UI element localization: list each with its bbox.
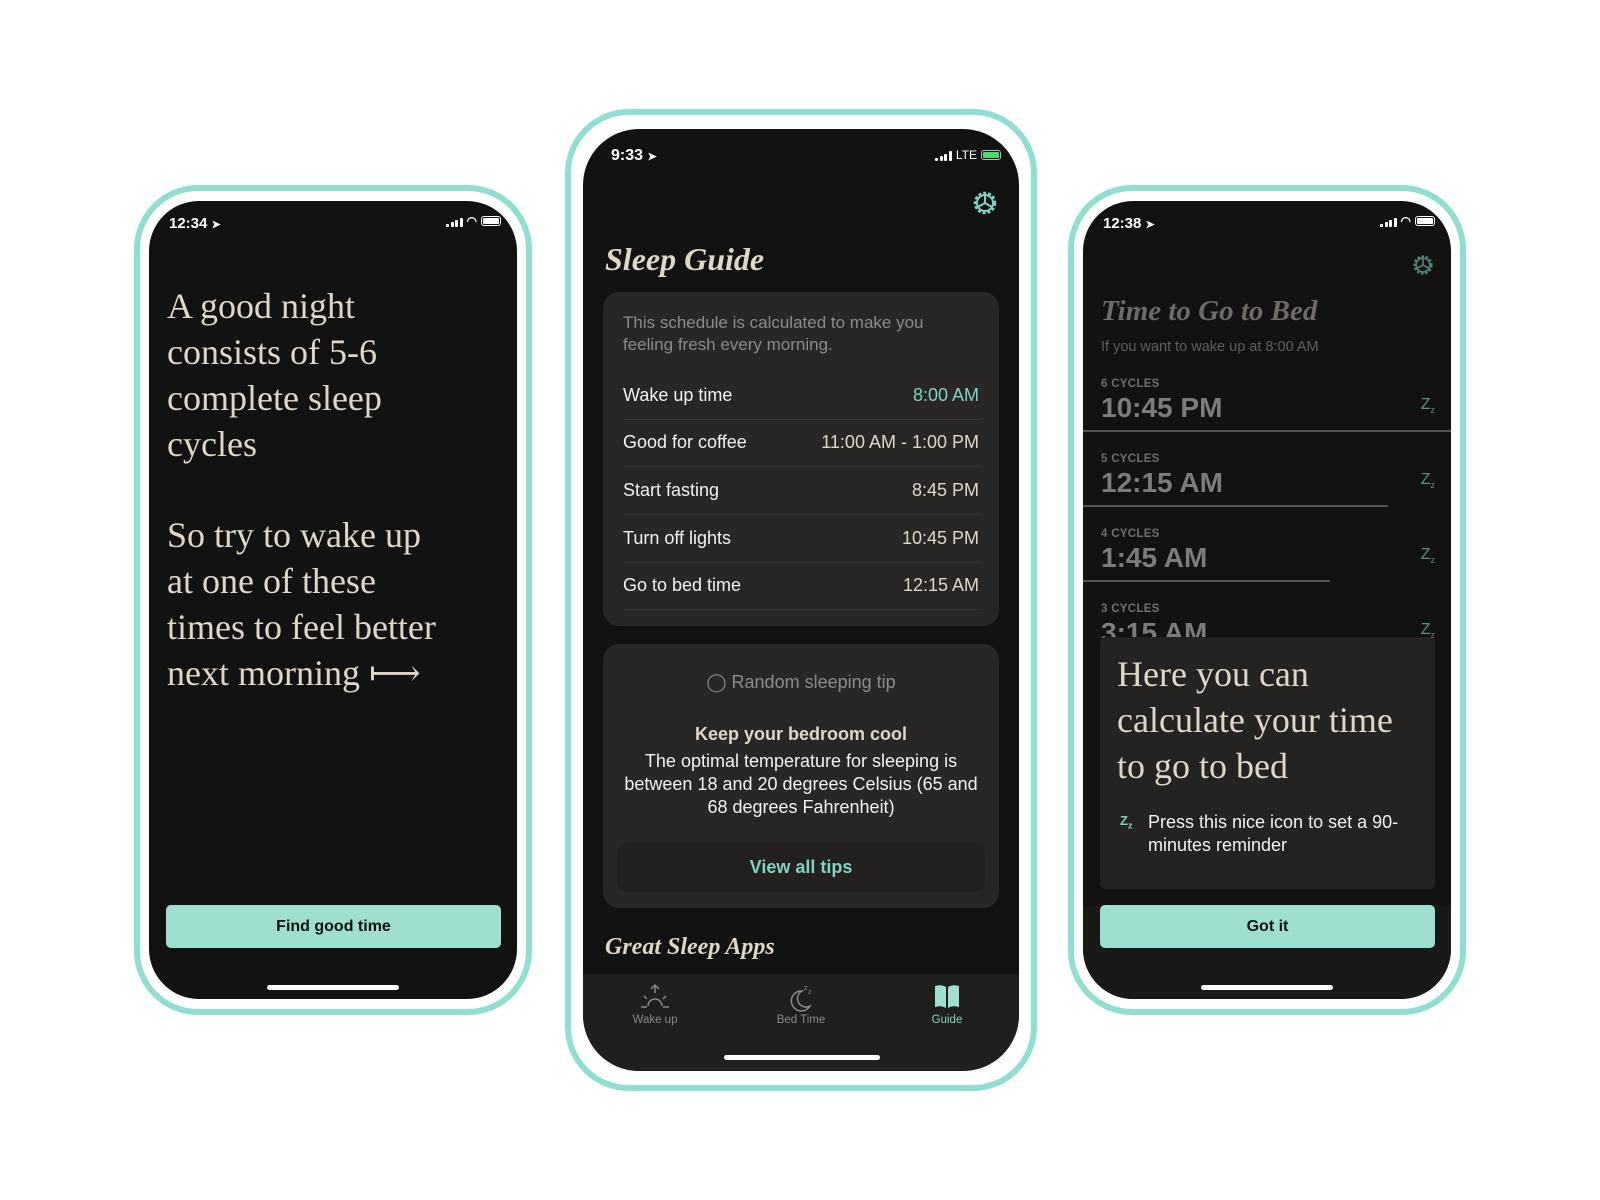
zzz-icon: Zz <box>1120 813 1133 831</box>
sunrise-icon <box>641 983 669 1008</box>
row-value: 8:00 AM <box>912 385 979 405</box>
signal-icon <box>1380 216 1397 227</box>
find-good-time-button[interactable]: Find good time <box>166 905 501 948</box>
cycle-bar <box>1083 580 1330 582</box>
onboarding-tooltip: Here you can calculate your time to go t… <box>1100 637 1435 889</box>
followup-text: So try to wake up at one of these times … <box>167 512 436 696</box>
status-time: 12:38 ➤ <box>1103 215 1155 232</box>
view-all-tips-button[interactable]: View all tips <box>617 842 985 892</box>
got-it-button[interactable]: Got it <box>1100 905 1435 948</box>
gear-icon[interactable] <box>1411 253 1435 282</box>
signal-icon <box>935 150 952 161</box>
tip-title: Keep your bedroom cool <box>694 724 908 744</box>
cycle-item[interactable]: 5 CYCLES 12:15 AM Zz <box>1101 453 1451 499</box>
schedule-row: Go to bed time 12:15 AM <box>623 562 979 610</box>
intro-line: consists of 5-6 <box>167 332 377 372</box>
book-icon <box>935 985 959 1008</box>
cycle-bar <box>1083 430 1451 432</box>
tab-label: Wake up <box>632 1014 678 1026</box>
page-subtitle: If you want to wake up at 8:00 AM <box>1101 339 1319 355</box>
tab-label: Guide <box>931 1014 963 1026</box>
svg-text:z: z <box>808 989 812 996</box>
row-label: Turn off lights <box>623 528 732 548</box>
status-bar: 12:34 ➤ ◠ <box>149 201 517 241</box>
zzz-reminder-icon[interactable]: Zz <box>1421 471 1435 490</box>
cycle-time: 1:45 AM <box>1101 542 1208 573</box>
row-value: 12:15 AM <box>902 575 979 595</box>
tab-bed-time[interactable]: zz Bed Time <box>751 982 851 1026</box>
battery-charging-icon <box>981 150 1001 160</box>
cycle-label: 5 CYCLES <box>1101 453 1160 465</box>
zzz-reminder-icon[interactable]: Zz <box>1421 396 1435 415</box>
followup-line: next morning ⟼ <box>167 653 421 693</box>
wifi-icon: ◠ <box>1400 214 1411 228</box>
tip-body: The optimal temperature for sleeping is … <box>624 751 978 817</box>
cycle-time: 10:45 PM <box>1101 392 1223 423</box>
intro-text: A good night consists of 5-6 complete sl… <box>167 283 382 467</box>
tooltip-title-line: to go to bed <box>1117 746 1288 786</box>
row-label: Start fasting <box>623 480 720 500</box>
page-title: Time to Go to Bed <box>1101 295 1318 327</box>
tooltip-hint: Press this nice icon to set a 90-minutes… <box>1148 812 1399 855</box>
tooltip-title-line: calculate your time <box>1117 700 1393 740</box>
status-bar: 12:38 ➤ ◠ <box>1083 201 1451 241</box>
intro-line: complete sleep <box>167 378 382 418</box>
gear-icon[interactable] <box>971 189 999 222</box>
followup-line: at one of these <box>167 561 376 601</box>
row-label: Wake up time <box>623 385 733 405</box>
cycle-label: 3 CYCLES <box>1101 603 1160 615</box>
cycle-time: 12:15 AM <box>1101 467 1223 498</box>
tab-label: Bed Time <box>776 1014 826 1026</box>
cycle-item[interactable]: 6 CYCLES 10:45 PM Zz <box>1101 378 1451 424</box>
schedule-row: Good for coffee 11:00 AM - 1:00 PM <box>623 419 979 467</box>
moon-zzz-icon: zz <box>790 985 812 1012</box>
tooltip-title-line: Here you can <box>1117 654 1309 694</box>
bedtime-screen: 12:38 ➤ ◠ Time to Go to Bed If you want … <box>1083 201 1451 999</box>
followup-line: times to feel better <box>167 607 436 647</box>
location-arrow-icon: ➤ <box>1145 219 1155 231</box>
row-label: Good for coffee <box>623 432 747 452</box>
cycle-item[interactable]: 4 CYCLES 1:45 AM Zz <box>1101 528 1451 574</box>
schedule-row: Turn off lights 10:45 PM <box>623 515 979 563</box>
onboarding-screen: 12:34 ➤ ◠ A good night consists of 5-6 c… <box>149 201 517 999</box>
home-indicator[interactable] <box>267 985 399 990</box>
schedule-row: Start fasting 8:45 PM <box>623 467 979 515</box>
battery-icon <box>1415 216 1435 226</box>
location-arrow-icon: ➤ <box>647 151 657 163</box>
battery-icon <box>481 216 501 226</box>
tip-card: ◯ Random sleeping tip Keep your bedroom … <box>603 644 999 908</box>
home-indicator[interactable] <box>1201 985 1333 990</box>
location-arrow-icon: ➤ <box>211 219 221 231</box>
schedule-description: This schedule is calculated to make you … <box>623 313 924 354</box>
network-type: LTE <box>955 148 977 162</box>
schedule-card: This schedule is calculated to make you … <box>603 292 999 626</box>
row-value: 10:45 PM <box>901 528 979 548</box>
wifi-icon: ◠ <box>466 214 477 228</box>
status-time: 9:33 ➤ <box>611 147 657 164</box>
row-value: 8:45 PM <box>911 480 979 500</box>
followup-line: So try to wake up <box>167 515 421 555</box>
tab-wake-up[interactable]: Wake up <box>605 982 705 1026</box>
section-title: Great Sleep Apps <box>605 934 775 960</box>
intro-line: A good night <box>167 286 356 326</box>
tip-header: ◯ Random sleeping tip <box>706 672 896 692</box>
status-bar: 9:33 ➤ LTE <box>583 129 1019 169</box>
row-value: 11:00 AM - 1:00 PM <box>821 432 979 452</box>
status-time: 12:34 ➤ <box>169 215 221 232</box>
page-title: Sleep Guide <box>605 241 765 277</box>
intro-line: cycles <box>167 424 257 464</box>
zzz-reminder-icon[interactable]: Zz <box>1421 546 1435 565</box>
cycle-bar <box>1083 505 1389 507</box>
guide-screen: 9:33 ➤ LTE Sleep Guide This schedule is … <box>583 129 1019 1071</box>
home-indicator[interactable] <box>724 1055 880 1060</box>
schedule-row: Wake up time 8:00 AM <box>623 372 979 420</box>
signal-icon <box>446 216 463 227</box>
lightbulb-icon: ◯ <box>706 672 727 692</box>
row-label: Go to bed time <box>623 575 742 595</box>
tooltip-title: Here you can calculate your time to go t… <box>1117 651 1393 789</box>
cycle-label: 4 CYCLES <box>1101 528 1160 540</box>
tab-guide[interactable]: Guide <box>897 982 997 1026</box>
cycle-label: 6 CYCLES <box>1101 378 1160 390</box>
